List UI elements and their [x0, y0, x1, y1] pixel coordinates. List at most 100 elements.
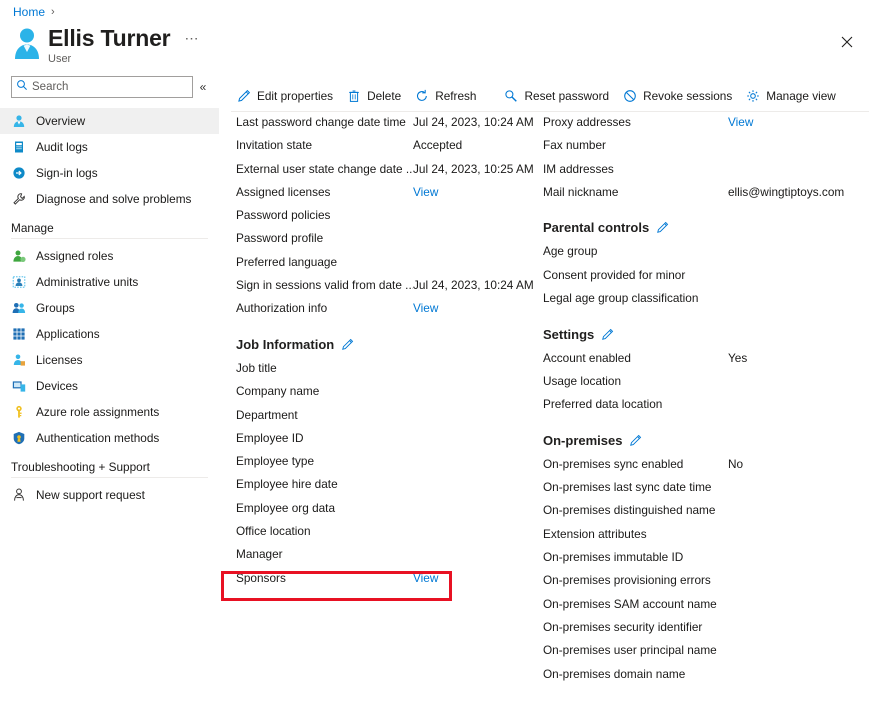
property-label: Account enabled	[543, 350, 631, 365]
property-row-company-name: Company name	[236, 384, 536, 407]
property-row-fax-number: Fax number	[543, 138, 869, 161]
search-input[interactable]	[32, 81, 192, 93]
sidebar-item-groups[interactable]: Groups	[0, 295, 219, 321]
property-row-consent-provided-for-minor: Consent provided for minor	[543, 268, 869, 291]
left-property-column: Last password change date time Jul 24, 2…	[236, 115, 536, 594]
sidebar-item-overview[interactable]: Overview	[0, 108, 219, 134]
property-value: ellis@wingtiptoys.com	[728, 184, 845, 199]
revoke-sessions-button[interactable]: Revoke sessions	[617, 85, 740, 108]
close-icon	[841, 36, 853, 48]
property-label: Last password change date time	[236, 115, 406, 129]
sidebar-item-applications[interactable]: Applications	[0, 321, 219, 347]
property-label: On-premises last sync date time	[543, 480, 712, 495]
property-row-job-title: Job title	[236, 361, 536, 384]
property-label: Extension attributes	[543, 526, 647, 541]
property-row-usage-location: Usage location	[543, 374, 869, 397]
property-value: Jul 24, 2023, 10:25 AM	[413, 161, 534, 176]
property-row-preferred-data-location: Preferred data location	[543, 397, 869, 420]
property-row-on-premises-last-sync-date-time: On-premises last sync date time	[543, 480, 869, 503]
property-row-department: Department	[236, 408, 536, 431]
wrench-icon	[11, 191, 27, 207]
sidebar-item-audit-logs[interactable]: Audit logs	[0, 134, 219, 160]
property-label: Password profile	[236, 231, 324, 246]
header-more-menu-button[interactable]: ⋯	[184, 30, 200, 47]
sidebar-item-assigned-roles[interactable]: Assigned roles	[0, 243, 219, 269]
sidebar-item-licenses[interactable]: Licenses	[0, 347, 219, 373]
authorization-info-view-link[interactable]: View	[413, 301, 536, 315]
section-title: On-premises	[543, 432, 623, 448]
collapse-sidebar-button[interactable]: «	[193, 80, 213, 94]
sidebar-item-devices[interactable]: Devices	[0, 373, 219, 399]
property-row-on-premises-immutable-id: On-premises immutable ID	[543, 550, 869, 573]
property-value: No	[728, 456, 744, 471]
property-label: Sign in sessions valid from date ...	[236, 278, 413, 293]
section-title: Settings	[543, 326, 595, 342]
manage-view-button[interactable]: Manage view	[740, 85, 844, 108]
property-row-preferred-language: Preferred language	[236, 255, 536, 278]
right-property-column: Proxy addresses View Fax number IM addre…	[543, 115, 869, 690]
property-label: Invitation state	[236, 138, 313, 153]
user-icon	[11, 113, 27, 129]
property-label: Employee type	[236, 454, 315, 469]
property-row-last-password-change-date-time: Last password change date time Jul 24, 2…	[236, 115, 536, 138]
pencil-icon	[236, 89, 251, 104]
sidebar-item-label: Diagnose and solve problems	[36, 192, 192, 206]
breadcrumb: Home ›	[13, 5, 55, 19]
property-label: Company name	[236, 384, 320, 399]
sidebar-item-azure-role-assignments[interactable]: Azure role assignments	[0, 399, 219, 425]
sidebar-item-sign-in-logs[interactable]: Sign-in logs	[0, 160, 219, 186]
shield-icon	[11, 430, 27, 446]
property-label: Preferred language	[236, 254, 337, 269]
edit-job-information-button[interactable]	[341, 338, 354, 351]
assigned-licenses-view-link[interactable]: View	[413, 185, 536, 199]
property-row-sign-in-sessions-valid-from-date: Sign in sessions valid from date ... Jul…	[236, 278, 536, 301]
edit-properties-button[interactable]: Edit properties	[231, 85, 341, 108]
sidebar-item-label: Groups	[36, 301, 75, 315]
property-label: On-premises security identifier	[543, 619, 703, 634]
key-icon	[11, 404, 27, 420]
refresh-button[interactable]: Refresh	[409, 85, 484, 108]
proxy-addresses-view-link[interactable]: View	[728, 115, 869, 129]
property-row-office-location: Office location	[236, 524, 536, 547]
property-label: On-premises sync enabled	[543, 456, 684, 471]
property-label: Manager	[236, 547, 283, 562]
edit-parental-controls-button[interactable]	[656, 221, 669, 234]
delete-button[interactable]: Delete	[341, 85, 409, 108]
sidebar-item-label: New support request	[36, 488, 145, 502]
property-row-on-premises-sam-account-name: On-premises SAM account name	[543, 597, 869, 620]
property-row-employee-hire-date: Employee hire date	[236, 477, 536, 500]
property-label: Job title	[236, 360, 277, 375]
property-row-account-enabled: Account enabled Yes	[543, 351, 869, 374]
edit-settings-button[interactable]	[601, 328, 614, 341]
sidebar: « Overview	[0, 72, 219, 702]
property-row-sponsors: Sponsors View	[236, 571, 536, 594]
section-title: Job Information	[236, 336, 335, 352]
property-row-on-premises-provisioning-errors: On-premises provisioning errors	[543, 573, 869, 596]
sidebar-item-administrative-units[interactable]: Administrative units	[0, 269, 219, 295]
reset-password-button[interactable]: Reset password	[499, 85, 618, 108]
gear-icon	[745, 89, 760, 104]
property-row-external-user-state-change-date: External user state change date ... Jul …	[236, 162, 536, 185]
close-button[interactable]	[833, 28, 861, 56]
property-label: On-premises user principal name	[543, 643, 717, 658]
sidebar-group-troubleshooting-label: Troubleshooting + Support	[11, 460, 150, 474]
sidebar-item-diagnose-and-solve-problems[interactable]: Diagnose and solve problems	[0, 186, 219, 212]
property-label: On-premises SAM account name	[543, 596, 717, 611]
property-row-authorization-info: Authorization info View	[236, 301, 536, 324]
property-label: Employee ID	[236, 430, 304, 445]
property-value: Yes	[728, 350, 748, 365]
toolbar-overflow-button[interactable]: ⋯	[858, 88, 869, 105]
toolbar-bottom-rule	[231, 111, 869, 112]
property-row-password-policies: Password policies	[236, 208, 536, 231]
sidebar-item-authentication-methods[interactable]: Authentication methods	[0, 425, 219, 451]
property-row-mail-nickname: Mail nickname ellis@wingtiptoys.com	[543, 185, 869, 208]
edit-on-premises-button[interactable]	[629, 434, 642, 447]
property-value: Jul 24, 2023, 10:24 AM	[413, 278, 534, 293]
groups-icon	[11, 300, 27, 316]
command-toolbar: Edit properties Delete Refresh Reset pas…	[231, 80, 869, 112]
sponsors-view-link[interactable]: View	[413, 571, 536, 585]
search-box[interactable]	[11, 76, 193, 98]
sidebar-item-new-support-request[interactable]: New support request	[0, 482, 219, 508]
breadcrumb-home-link[interactable]: Home	[13, 5, 45, 19]
property-label: On-premises distinguished name	[543, 503, 716, 518]
